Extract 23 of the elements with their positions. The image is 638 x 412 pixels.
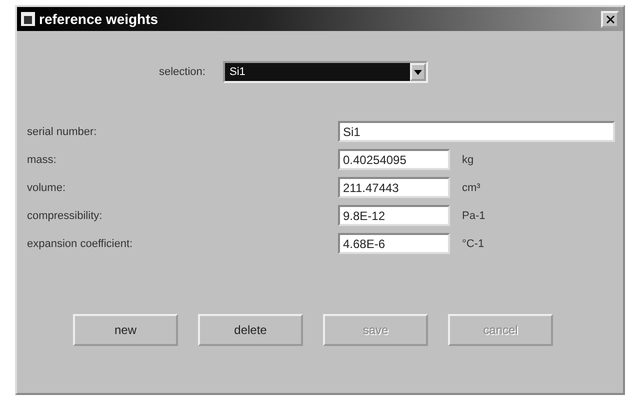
unit-label: Pa-1 [462,210,486,222]
dropdown-arrow-icon [414,70,422,74]
field-label: compressibility: [27,210,104,222]
app-icon [21,12,35,26]
unit-label: °C-1 [462,238,484,250]
field-label: serial number: [27,126,98,138]
window-title: reference weights [39,11,160,27]
input-field[interactable]: Si1 [338,121,615,142]
input-field[interactable]: 9.8E-12 [338,205,450,226]
input-field[interactable]: 211.47443 [338,177,450,198]
dialog-button[interactable]: new [73,314,178,346]
dialog-button[interactable]: delete [198,314,303,346]
selection-dropdown[interactable]: Si1 [223,61,428,83]
selection-label: selection: [159,66,206,78]
unit-label: kg [462,154,474,166]
input-field[interactable]: 4.68E-6 [338,233,450,254]
close-button[interactable] [601,10,619,28]
close-icon [606,14,614,24]
input-field[interactable]: 0.40254095 [338,149,450,170]
field-label: volume: [27,182,67,194]
field-label: expansion coefficient: [27,238,134,250]
unit-label: cm³ [462,182,480,194]
field-label: mass: [27,154,58,166]
